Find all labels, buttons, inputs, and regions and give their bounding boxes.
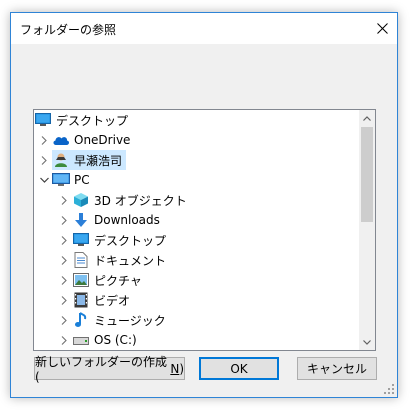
tree-item-label: ビデオ [94, 293, 131, 308]
scroll-down-button[interactable] [359, 334, 375, 350]
tree-item[interactable]: ドキュメント [34, 250, 359, 270]
desktop-icon [72, 231, 90, 249]
tree-item-label: ミュージック [94, 313, 166, 328]
tree-item-content[interactable]: ミュージック [72, 310, 170, 330]
tree-item-content[interactable]: 3D オブジェクト [72, 190, 191, 210]
scroll-up-button[interactable] [359, 110, 375, 126]
tree-expander[interactable] [36, 150, 52, 170]
ok-button[interactable]: OK [199, 357, 279, 380]
browse-folder-dialog: フォルダーの参照 OS (C:) ミュージック ビデオ ピクチャ ドキュメント デスクトッ… [10, 12, 398, 398]
resize-grip-icon[interactable] [383, 383, 395, 395]
vertical-scrollbar[interactable] [359, 110, 375, 350]
tree-expander[interactable] [56, 290, 72, 310]
pc-icon [52, 171, 70, 189]
scrollbar-thumb[interactable] [361, 127, 373, 222]
desktop-icon [34, 111, 52, 129]
tree-item-label: PC [74, 173, 90, 187]
tree-item-content[interactable]: Downloads [72, 210, 164, 230]
close-button[interactable] [367, 13, 397, 44]
downloads-icon [72, 211, 90, 229]
chevron-right-icon[interactable] [41, 135, 47, 145]
tree-item-content[interactable]: ピクチャ [72, 270, 146, 290]
tree-item-content[interactable]: 早瀬浩司 [52, 150, 127, 170]
3d-objects-icon [72, 191, 90, 209]
pictures-icon [72, 271, 90, 289]
tree-item[interactable]: デスクトップ [34, 230, 359, 250]
tree-expander[interactable] [56, 270, 72, 290]
chevron-right-icon[interactable] [61, 235, 67, 245]
chevron-up-icon [363, 115, 371, 121]
music-icon [72, 311, 90, 329]
tree-expander[interactable] [56, 250, 72, 270]
new-folder-suffix: ) [179, 361, 184, 376]
tree-item-content[interactable]: デスクトップ [34, 110, 132, 130]
chevron-right-icon[interactable] [61, 275, 67, 285]
tree-expander[interactable] [36, 170, 52, 190]
videos-icon [72, 291, 90, 309]
tree-item-label: デスクトップ [56, 113, 129, 128]
new-folder-accel: N [170, 361, 180, 376]
tree-item-label: OS (C:) [94, 333, 137, 347]
onedrive-cloud-icon [52, 131, 70, 149]
new-folder-button[interactable]: 新しいフォルダーの作成(N) [34, 355, 185, 384]
chevron-right-icon[interactable] [61, 215, 67, 225]
tree-item-label: Downloads [94, 213, 160, 227]
tree-item-content[interactable]: PC [52, 170, 94, 190]
tree-expander[interactable] [56, 230, 72, 250]
tree-item[interactable]: OS (C:) [34, 330, 359, 350]
tree-expander[interactable] [56, 190, 72, 210]
tree-item[interactable]: Downloads [34, 210, 359, 230]
new-folder-label: 新しいフォルダーの作成( [35, 355, 168, 384]
tree-item[interactable]: PC [34, 170, 359, 190]
tree-item-label: ピクチャ [94, 273, 142, 288]
cancel-button[interactable]: キャンセル [297, 357, 377, 380]
dialog-title: フォルダーの参照 [20, 23, 117, 37]
folder-tree-view[interactable]: OS (C:) ミュージック ビデオ ピクチャ ドキュメント デスクトップ Download… [33, 109, 376, 351]
tree-item[interactable]: ピクチャ [34, 270, 359, 290]
user-folder-icon [52, 151, 70, 169]
tree-item[interactable]: ミュージック [34, 310, 359, 330]
chevron-right-icon[interactable] [61, 335, 67, 345]
chevron-down-icon [363, 339, 371, 345]
tree-item-content[interactable]: デスクトップ [72, 230, 170, 250]
chevron-right-icon[interactable] [61, 315, 67, 325]
tree-item[interactable]: 早瀬浩司 [34, 150, 359, 170]
documents-icon [72, 251, 90, 269]
tree-item-content[interactable]: OneDrive [52, 130, 134, 150]
tree-expander[interactable] [56, 330, 72, 350]
chevron-right-icon[interactable] [61, 195, 67, 205]
tree-expander[interactable] [56, 210, 72, 230]
tree-item-label: ドキュメント [94, 253, 167, 268]
tree-item[interactable]: デスクトップ [34, 110, 359, 130]
chevron-down-icon[interactable] [39, 177, 49, 183]
chevron-right-icon[interactable] [61, 295, 67, 305]
tree-item-label: 3D オブジェクト [94, 193, 187, 208]
tree-item[interactable]: 3D オブジェクト [34, 190, 359, 210]
title-bar[interactable]: フォルダーの参照 [11, 13, 397, 44]
tree-item-content[interactable]: ビデオ [72, 290, 134, 310]
close-icon [376, 23, 388, 34]
tree-item[interactable]: OneDrive [34, 130, 359, 150]
tree-item-content[interactable]: ドキュメント [72, 250, 170, 270]
drive-icon [72, 331, 90, 349]
tree-item-content[interactable]: OS (C:) [72, 330, 141, 350]
tree-item-label: 早瀬浩司 [74, 153, 123, 168]
tree-item-label: OneDrive [74, 133, 131, 147]
tree-expander[interactable] [36, 130, 52, 150]
tree-expander[interactable] [56, 310, 72, 330]
tree-item[interactable]: ビデオ [34, 290, 359, 310]
chevron-right-icon[interactable] [41, 155, 47, 165]
chevron-right-icon[interactable] [61, 255, 67, 265]
tree-item-label: デスクトップ [94, 233, 167, 248]
